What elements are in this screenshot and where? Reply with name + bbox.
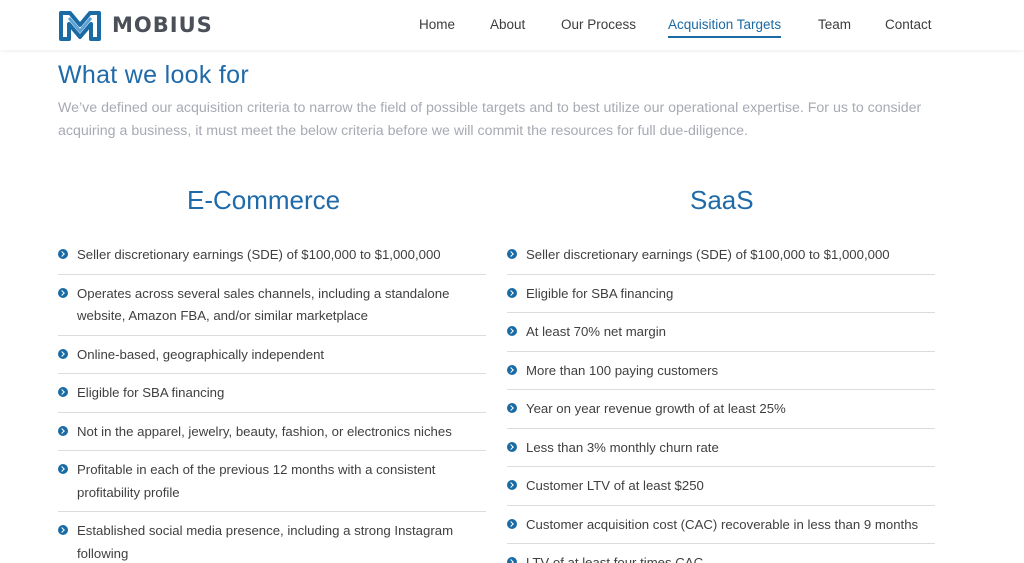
chevron-bullet-icon <box>58 287 68 298</box>
site-header: MOBIUS Home About Our Process Acquisitio… <box>0 0 1024 50</box>
criteria-text: Seller discretionary earnings (SDE) of $… <box>77 247 441 262</box>
criteria-text: Seller discretionary earnings (SDE) of $… <box>526 247 890 262</box>
criteria-text: Profitable in each of the previous 12 mo… <box>77 462 436 500</box>
chevron-bullet-icon <box>507 441 517 452</box>
chevron-bullet-icon <box>507 403 517 413</box>
saas-criteria-item: Less than 3% monthly churn rate <box>507 429 935 467</box>
criteria-text: Online-based, geographically independent <box>77 346 325 362</box>
criteria-text: Eligible for SBA financing <box>77 385 225 400</box>
criteria-text: Customer acquisition cost (CAC) recovera… <box>526 516 919 532</box>
criteria-text: Not in the apparel, jewelry, beauty, fas… <box>77 423 452 439</box>
chevron-bullet-icon <box>58 464 68 474</box>
criteria-text: Eligible for SBA financing <box>526 285 674 301</box>
chevron-bullet-icon <box>507 480 517 490</box>
chevron-bullet-icon <box>507 287 517 298</box>
nav-team[interactable]: Team <box>818 17 851 32</box>
ecommerce-criteria-item: Operates across several sales channels, … <box>58 275 486 336</box>
chevron-bullet-icon <box>507 326 517 336</box>
ecommerce-criteria-item: Seller discretionary earnings (SDE) of $… <box>58 236 486 275</box>
saas-criteria-item: Eligible for SBA financing <box>507 275 935 313</box>
saas-criteria-item: Year on year revenue growth of at least … <box>507 390 935 429</box>
ecommerce-criteria-item: Established social media presence, inclu… <box>58 512 486 563</box>
chevron-bullet-icon <box>58 425 68 436</box>
chevron-bullet-icon <box>507 249 517 259</box>
intro-paragraph: We’ve defined our acquisition criteria t… <box>58 100 922 139</box>
criteria-text: Less than 3% monthly churn rate <box>526 439 719 455</box>
criteria-text: Customer LTV of at least $250 <box>526 478 704 493</box>
ecommerce-criteria-item: Eligible for SBA financing <box>58 374 486 413</box>
ecommerce-heading: E-Commerce <box>187 185 341 215</box>
saas-criteria-item: Customer acquisition cost (CAC) recovera… <box>507 506 935 544</box>
nav-about[interactable]: About <box>490 17 525 32</box>
saas-criteria-item: At least 70% net margin <box>507 313 935 352</box>
ecommerce-criteria-item: Not in the apparel, jewelry, beauty, fas… <box>58 413 486 451</box>
main-nav: Home About Our Process Acquisition Targe… <box>0 17 1024 41</box>
chevron-bullet-icon <box>507 364 517 375</box>
nav-home[interactable]: Home <box>419 17 455 32</box>
criteria-text: Established social media presence, inclu… <box>77 523 454 561</box>
saas-criteria-item: Customer LTV of at least $250 <box>507 467 935 506</box>
criteria-text: LTV of at least four times CAC <box>526 555 704 563</box>
chevron-bullet-icon <box>58 525 68 535</box>
nav-acquisition-targets[interactable]: Acquisition Targets <box>668 17 782 38</box>
nav-contact[interactable]: Contact <box>885 17 932 32</box>
chevron-bullet-icon <box>58 249 68 259</box>
saas-criteria-item: Seller discretionary earnings (SDE) of $… <box>507 236 935 275</box>
chevron-bullet-icon <box>58 348 68 359</box>
nav-our-process[interactable]: Our Process <box>561 17 636 32</box>
saas-criteria-list: Seller discretionary earnings (SDE) of $… <box>507 236 935 563</box>
ecommerce-criteria-item: Profitable in each of the previous 12 mo… <box>58 451 486 512</box>
chevron-bullet-icon <box>507 557 517 563</box>
criteria-text: At least 70% net margin <box>526 324 667 339</box>
criteria-text: Year on year revenue growth of at least … <box>526 401 786 416</box>
ecommerce-criteria-item: Online-based, geographically independent <box>58 336 486 374</box>
saas-criteria-item: More than 100 paying customers <box>507 352 935 390</box>
page-title: What we look for <box>58 61 249 89</box>
ecommerce-criteria-list: Seller discretionary earnings (SDE) of $… <box>58 236 486 563</box>
criteria-text: More than 100 paying customers <box>526 362 719 378</box>
chevron-bullet-icon <box>58 387 68 397</box>
saas-criteria-item: LTV of at least four times CAC <box>507 544 935 563</box>
criteria-text: Operates across several sales channels, … <box>77 285 450 324</box>
saas-heading: SaaS <box>690 185 754 215</box>
chevron-bullet-icon <box>507 518 517 529</box>
